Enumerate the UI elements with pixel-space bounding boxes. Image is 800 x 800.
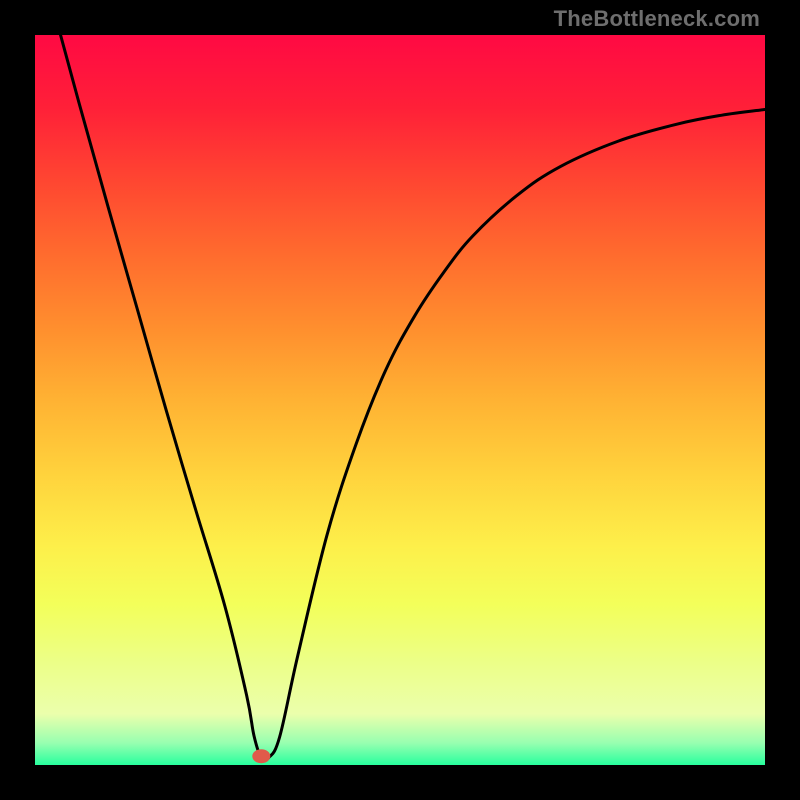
plot-area xyxy=(35,35,765,765)
bottleneck-curve xyxy=(61,35,765,761)
curve-layer xyxy=(35,35,765,765)
minimum-marker xyxy=(252,749,270,763)
watermark-text: TheBottleneck.com xyxy=(554,6,760,32)
chart-frame: TheBottleneck.com xyxy=(0,0,800,800)
